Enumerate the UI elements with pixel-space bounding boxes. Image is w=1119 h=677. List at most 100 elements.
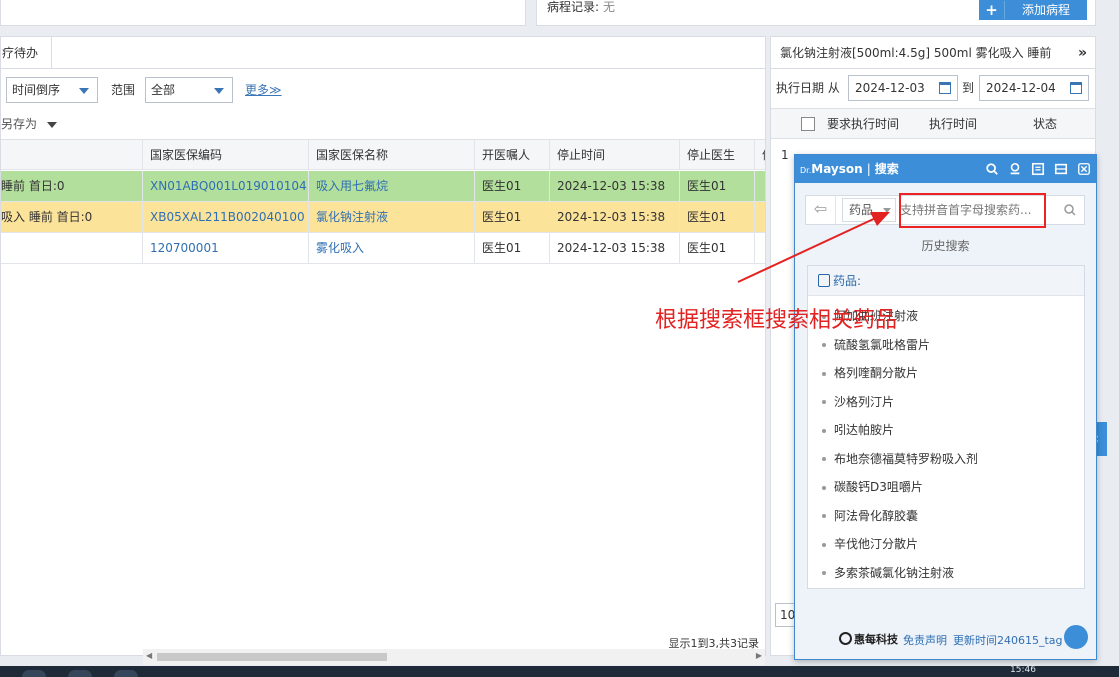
- table-cell: 医生01: [680, 171, 755, 201]
- drug-section-header: 药品:: [808, 266, 1084, 296]
- document-icon[interactable]: [1030, 161, 1046, 177]
- list-item[interactable]: 硫酸氢氯吡格雷片: [808, 331, 1084, 360]
- download-icon[interactable]: [1007, 161, 1023, 177]
- clock: 15:46: [1010, 665, 1036, 675]
- mayson-footer: 惠每科技 免责声明 更新时间240615_tag: [795, 617, 1096, 659]
- date-from-input[interactable]: 2024-12-03: [848, 75, 958, 101]
- column-header[interactable]: 国家医保名称: [309, 140, 475, 170]
- exec-date-label: 执行日期 从: [776, 81, 840, 95]
- table-cell: [755, 233, 765, 263]
- table-cell: 医生01: [680, 202, 755, 232]
- column-header[interactable]: 停止时间: [550, 140, 680, 170]
- back-arrow-icon[interactable]: ⇦: [806, 196, 836, 224]
- column-header[interactable]: 国家医保编码: [143, 140, 309, 170]
- filter-row: 时间倒序 范围 全部 更多≫: [1, 77, 761, 103]
- drug-search-bar: ⇦ 药品: [805, 195, 1085, 225]
- search-icon[interactable]: [984, 161, 1000, 177]
- table-cell: 2024-12-03 15:38: [550, 171, 680, 201]
- list-item[interactable]: 格列喹酮分散片: [808, 359, 1084, 388]
- column-header[interactable]: 执行时间: [929, 109, 977, 139]
- table-row[interactable]: 睡前 首日:0 XN01ABQ001L019010104 吸入用七氟烷 医生01…: [1, 171, 765, 202]
- search-icon[interactable]: [1062, 202, 1078, 218]
- list-item[interactable]: 布地奈德福莫特罗粉吸入剂: [808, 445, 1084, 474]
- orders-panel: 疗待办 时间倒序 范围 全部 更多≫ 另存为 国家医保编码 国家医保名称 开医嘱…: [0, 36, 766, 665]
- taskbar: 15:46: [0, 665, 1119, 677]
- mayson-search-popup: Dr.Mayson|搜索 ⇦ 药品 历史搜索: [794, 154, 1097, 660]
- course-record-label: 病程记录: 无: [547, 0, 616, 14]
- scroll-right-icon[interactable]: ▶: [756, 651, 762, 660]
- table-cell: XB05XAL211B002040100: [143, 202, 309, 232]
- select-all-checkbox[interactable]: [801, 117, 815, 131]
- table-cell: [1, 233, 143, 263]
- list-item[interactable]: 辛伐他汀分散片: [808, 530, 1084, 559]
- company-logo: 惠每科技: [839, 631, 898, 647]
- drug-list: 阿加曲班注射液 硫酸氢氯吡格雷片 格列喹酮分散片 沙格列汀片 吲达帕胺片 布地奈…: [808, 296, 1084, 587]
- table-cell: 医生01: [475, 233, 550, 263]
- chevron-down-icon: [214, 88, 224, 94]
- list-item[interactable]: 阿法骨化醇胶囊: [808, 502, 1084, 531]
- table-cell: 氯化钠注射液: [309, 202, 475, 232]
- execution-grid-header: 要求执行时间 执行时间 状态: [771, 108, 1095, 139]
- double-chevron-right-icon[interactable]: »: [1078, 37, 1087, 69]
- table-cell: 吸入用七氟烷: [309, 171, 475, 201]
- save-as-button[interactable]: 另存为: [1, 115, 58, 133]
- table-cell: 2024-12-03 15:38: [550, 233, 680, 263]
- table-cell: 医生01: [475, 202, 550, 232]
- column-header[interactable]: 停: [755, 140, 765, 170]
- column-header[interactable]: [1, 140, 143, 170]
- list-item[interactable]: 多索茶碱氯化钠注射液: [808, 559, 1084, 588]
- table-cell: 120700001: [143, 233, 309, 263]
- column-header[interactable]: 停止医生: [680, 140, 755, 170]
- scroll-left-icon[interactable]: ◀: [146, 651, 152, 660]
- update-time-text: 更新时间240615_tag: [953, 634, 1063, 647]
- annotation-text: 根据搜索框搜索相关药品: [655, 308, 898, 333]
- row-index: 1: [781, 148, 789, 162]
- column-header[interactable]: 开医嘱人: [475, 140, 550, 170]
- disclaimer-link[interactable]: 免责声明: [903, 634, 947, 647]
- list-item[interactable]: 碳酸钙D3咀嚼片: [808, 473, 1084, 502]
- search-type-select[interactable]: 药品: [842, 198, 896, 222]
- tab-bar: 疗待办: [1, 37, 765, 69]
- list-item[interactable]: 吲达帕胺片: [808, 416, 1084, 445]
- grid-header: 国家医保编码 国家医保名称 开医嘱人 停止时间 停止医生 停: [1, 139, 765, 170]
- avatar[interactable]: [1064, 625, 1088, 649]
- column-header[interactable]: 要求执行时间: [827, 109, 899, 139]
- search-history-link[interactable]: 历史搜索: [795, 237, 1096, 254]
- close-icon[interactable]: [1076, 161, 1092, 177]
- calendar-icon[interactable]: [939, 82, 951, 94]
- range-select[interactable]: 全部: [145, 77, 233, 103]
- add-course-button[interactable]: + 添加病程: [979, 0, 1087, 20]
- table-row[interactable]: 120700001 雾化吸入 医生01 2024-12-03 15:38 医生0…: [1, 233, 765, 264]
- execution-panel-title: 氯化钠注射液[500ml:4.5g] 500ml 雾化吸入 睡前 »: [771, 37, 1095, 69]
- table-cell: 雾化吸入: [309, 233, 475, 263]
- mayson-toolbar: [984, 161, 1092, 177]
- table-cell: 睡前 首日:0: [1, 171, 143, 201]
- taskbar-app[interactable]: [68, 670, 92, 677]
- calendar-icon[interactable]: [1070, 82, 1082, 94]
- inbox-icon[interactable]: [1053, 161, 1069, 177]
- footer-links: 免责声明 更新时间240615_tag: [903, 632, 1063, 648]
- list-item[interactable]: 沙格列汀片: [808, 388, 1084, 417]
- chevron-down-icon: [79, 88, 89, 94]
- scrollbar-thumb[interactable]: [157, 653, 387, 661]
- horizontal-scrollbar[interactable]: ◀ ▶: [143, 649, 765, 665]
- table-cell: 医生01: [475, 171, 550, 201]
- course-record-panel: 病程记录: 无 + 添加病程: [536, 0, 1096, 26]
- table-row[interactable]: 吸入 睡前 首日:0 XB05XAL211B002040100 氯化钠注射液 医…: [1, 202, 765, 233]
- more-filters-link[interactable]: 更多≫: [245, 77, 282, 103]
- column-header[interactable]: 状态: [1033, 109, 1057, 139]
- taskbar-app[interactable]: [22, 670, 46, 677]
- table-cell: 2024-12-03 15:38: [550, 202, 680, 232]
- date-to-input[interactable]: 2024-12-04: [979, 75, 1089, 101]
- taskbar-app[interactable]: [114, 670, 138, 677]
- top-left-panel: [0, 0, 526, 26]
- mayson-title: 搜索: [874, 162, 899, 176]
- drug-search-input[interactable]: [900, 197, 1048, 223]
- table-cell: 吸入 睡前 首日:0: [1, 202, 143, 232]
- mayson-header: Dr.Mayson | 搜索: [795, 155, 1096, 183]
- table-cell: [755, 202, 765, 232]
- table-cell: 医生01: [680, 233, 755, 263]
- sort-select[interactable]: 时间倒序: [6, 77, 98, 103]
- tab-pending[interactable]: 疗待办: [0, 37, 52, 69]
- table-cell: XN01ABQ001L019010104: [143, 171, 309, 201]
